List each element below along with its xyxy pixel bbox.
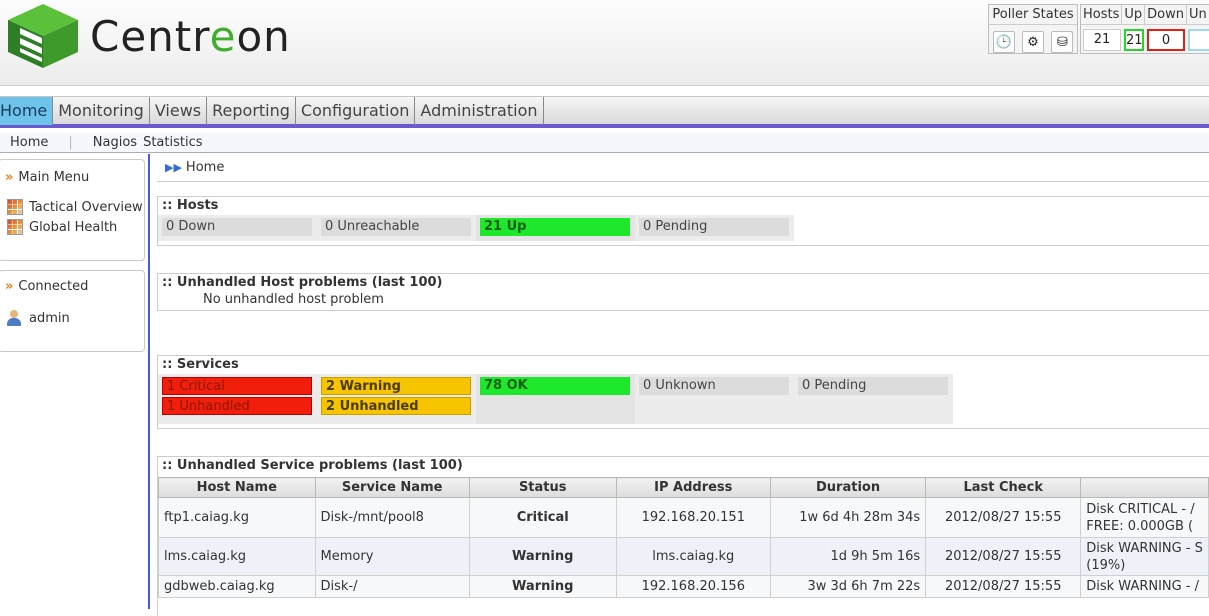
double-arrow-icon: » [5,279,14,294]
row-last-check: 2012/08/27 15:55 [925,575,1082,598]
col-status[interactable]: Status [468,477,617,498]
host-problems-message: No unhandled host problem [203,292,384,307]
main-content: ▶▶ Home :: Hosts 0 Down 0 Unreachable 21 … [157,154,1209,616]
header: Centreon Poller States 🕒 ⚙ ⛁ Hosts Up Do… [0,0,1209,86]
hosts-up[interactable]: 21 Up [480,218,630,236]
main-menu-header: » Main Menu [5,170,90,185]
poller-states: Poller States 🕒 ⚙ ⛁ [988,4,1078,54]
row-ip: 192.168.20.151 [615,497,771,538]
sidebar-item-tactical-overview[interactable]: Tactical Overview [0,197,144,217]
col-host-name[interactable]: Host Name [158,477,316,498]
service-problems-panel: :: Unhandled Service problems (last 100)… [157,456,1209,616]
row-status: Warning [468,575,617,598]
services-warning[interactable]: 2 Warning [321,377,471,395]
up-label: Up [1122,5,1146,24]
hosts-panel: :: Hosts 0 Down 0 Unreachable 21 Up 0 Pe… [157,196,1209,246]
connected-box: » Connected admin [0,270,145,352]
host-problems-panel: :: Unhandled Host problems (last 100) No… [157,273,1209,311]
subnav-statistics[interactable]: Statistics [140,133,212,152]
service-problems-title: :: Unhandled Service problems (last 100) [162,458,463,473]
main-navigation: Home Monitoring Views Reporting Configur… [0,96,1209,128]
row-duration: 1w 6d 4h 28m 34s [769,497,927,538]
global-health-icon [7,219,23,235]
row-ip: 192.168.20.156 [615,575,771,598]
host-problems-title: :: Unhandled Host problems (last 100) [162,275,443,290]
breadcrumb: ▶▶ Home [157,154,1209,182]
col-last-check[interactable]: Last Check [925,477,1082,498]
sidebar: » Main Menu Tactical Overview Global Heal… [0,154,150,609]
table-row: ftp1.caiag.kg Disk-/mnt/pool8 Critical 1… [158,497,1209,538]
row-host[interactable]: ftp1.caiag.kg [158,497,316,538]
row-last-check: 2012/08/27 15:55 [925,497,1082,538]
table-row: lms.caiag.kg Memory Warning lms.caiag.kg… [158,537,1209,576]
row-last-check: 2012/08/27 15:55 [925,537,1082,576]
nav-configuration[interactable]: Configuration [296,97,416,125]
tactical-overview-icon [7,199,23,215]
nav-home[interactable]: Home [0,97,54,125]
col-duration[interactable]: Duration [769,477,927,498]
sub-navigation: Home | Nagios Statistics [0,133,1209,153]
connected-user[interactable]: admin [0,308,144,328]
user-icon [7,310,21,326]
services-critical-unhandled[interactable]: 1 Unhandled [162,397,312,415]
col-ip-address[interactable]: IP Address [615,477,771,498]
nav-views[interactable]: Views [150,97,208,125]
poller-states-title: Poller States [989,5,1077,25]
row-output: Disk WARNING - / [1080,575,1209,598]
hosts-label: Hosts [1081,5,1123,24]
services-panel: :: Services 1 Critical 1 Unhandled 2 War… [157,355,1209,429]
down-label: Down [1145,5,1187,24]
row-duration: 1d 9h 5m 16s [769,537,927,576]
nav-reporting[interactable]: Reporting [207,97,296,125]
gear-icon[interactable]: ⚙ [1021,31,1044,53]
row-output: Disk WARNING - S (19%) [1080,537,1209,576]
services-panel-title: :: Services [162,357,239,372]
hosts-down[interactable]: 0 Down [162,218,312,236]
services-warning-unhandled[interactable]: 2 Unhandled [321,397,471,415]
hosts-unreachable[interactable]: 0 Unreachable [321,218,471,236]
database-icon[interactable]: ⛁ [1051,31,1074,53]
double-arrow-icon: » [5,170,14,185]
row-status: Warning [468,537,617,576]
clock-icon[interactable]: 🕒 [992,31,1015,53]
breadcrumb-arrow-icon: ▶▶ [165,161,182,174]
row-host[interactable]: gdbweb.caiag.kg [158,575,316,598]
centreon-logo-icon [8,4,78,68]
service-problems-table: Host Name Service Name Status IP Address… [158,477,1209,598]
services-critical[interactable]: 1 Critical [162,377,312,395]
row-host[interactable]: lms.caiag.kg [158,537,316,576]
hosts-status-summary: Hosts Up Down Un 21 21 0 [1080,4,1209,54]
hosts-total-count[interactable]: 21 [1083,29,1121,51]
services-ok[interactable]: 78 OK [480,377,630,395]
table-row: gdbweb.caiag.kg Disk-/ Warning 192.168.2… [158,575,1209,598]
row-output: Disk CRITICAL - / FREE: 0.000GB ( [1080,497,1209,538]
connected-header: » Connected [5,279,89,294]
row-service[interactable]: Disk-/mnt/pool8 [314,497,470,538]
sidebar-item-global-health[interactable]: Global Health [0,217,144,237]
row-duration: 3w 3d 6h 7m 22s [769,575,927,598]
subnav-separator: | [68,135,73,150]
row-status: Critical [468,497,617,538]
centreon-logo-text: Centreon [90,12,291,61]
row-ip: lms.caiag.kg [615,537,771,576]
main-menu-box: » Main Menu Tactical Overview Global Heal… [0,159,145,261]
hosts-down-count[interactable]: 0 [1147,29,1185,51]
hosts-panel-title: :: Hosts [162,198,219,213]
col-service-name[interactable]: Service Name [314,477,470,498]
services-unknown[interactable]: 0 Unknown [639,377,789,395]
nav-monitoring[interactable]: Monitoring [53,97,150,125]
hosts-unreachable-count[interactable] [1188,29,1209,51]
unreachable-label: Un [1187,5,1209,24]
hosts-pending[interactable]: 0 Pending [639,218,789,236]
hosts-up-count[interactable]: 21 [1124,29,1144,51]
subnav-home[interactable]: Home [0,133,58,152]
col-output [1080,477,1209,498]
row-service[interactable]: Memory [314,537,470,576]
row-service[interactable]: Disk-/ [314,575,470,598]
subnav-nagios[interactable]: Nagios [83,133,140,152]
services-pending[interactable]: 0 Pending [798,377,948,395]
nav-administration[interactable]: Administration [415,97,544,125]
